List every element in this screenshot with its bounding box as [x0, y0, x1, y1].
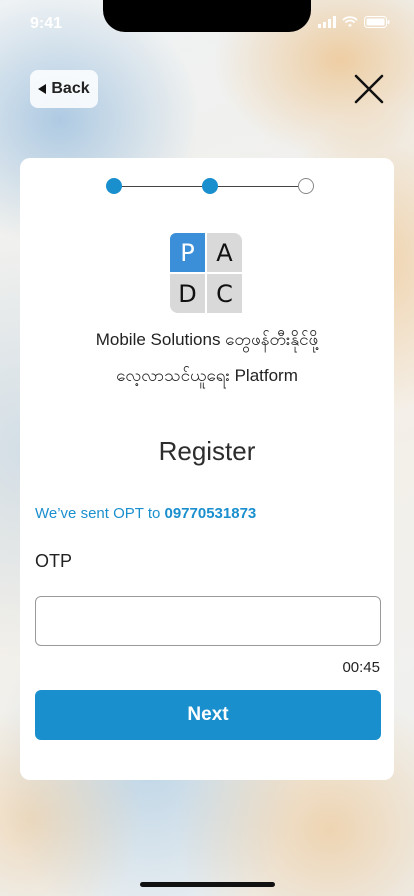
tagline-line-1: Mobile Solutions တွေဖန်တီးနိုင်ဖို့	[95, 330, 319, 349]
otp-sent-message: We’ve sent OPT to 09770531873	[35, 505, 256, 522]
step-connector	[122, 185, 202, 187]
logo-letter: C	[207, 274, 242, 313]
step-connector	[218, 185, 298, 187]
home-indicator	[140, 882, 275, 887]
padc-logo: P A D C	[170, 233, 242, 313]
progress-stepper	[106, 178, 314, 194]
wifi-icon	[342, 16, 358, 27]
tagline-line-2: လေ့လာသင်ယူရေး Platform	[116, 366, 298, 385]
battery-icon	[364, 16, 390, 28]
logo-letter: A	[207, 233, 242, 272]
countdown-timer: 00:45	[342, 659, 380, 676]
otp-label: OTP	[35, 551, 73, 571]
next-button[interactable]: Next	[35, 690, 381, 740]
step-3-indicator	[298, 178, 314, 194]
logo-letter: P	[170, 233, 205, 272]
back-button-label: Back	[51, 80, 90, 97]
phone-number: 09770531873	[164, 505, 257, 522]
otp-input[interactable]	[35, 596, 381, 646]
register-card: P A D C Mobile Solutions တွေဖန်တီးနိုင်ဖ…	[20, 158, 394, 780]
back-arrow-icon	[38, 84, 47, 94]
signal-icon	[318, 16, 336, 28]
step-2-indicator	[202, 178, 218, 194]
logo-letter: D	[170, 274, 205, 313]
close-icon[interactable]	[352, 72, 386, 106]
device-notch	[103, 0, 311, 32]
status-time: 9:41	[30, 15, 63, 32]
page-title: Register	[158, 436, 256, 466]
otp-sent-prefix: We’ve sent OPT to	[35, 505, 165, 522]
back-button[interactable]: Back	[30, 70, 98, 108]
step-1-indicator	[106, 178, 122, 194]
status-icons	[318, 16, 390, 28]
